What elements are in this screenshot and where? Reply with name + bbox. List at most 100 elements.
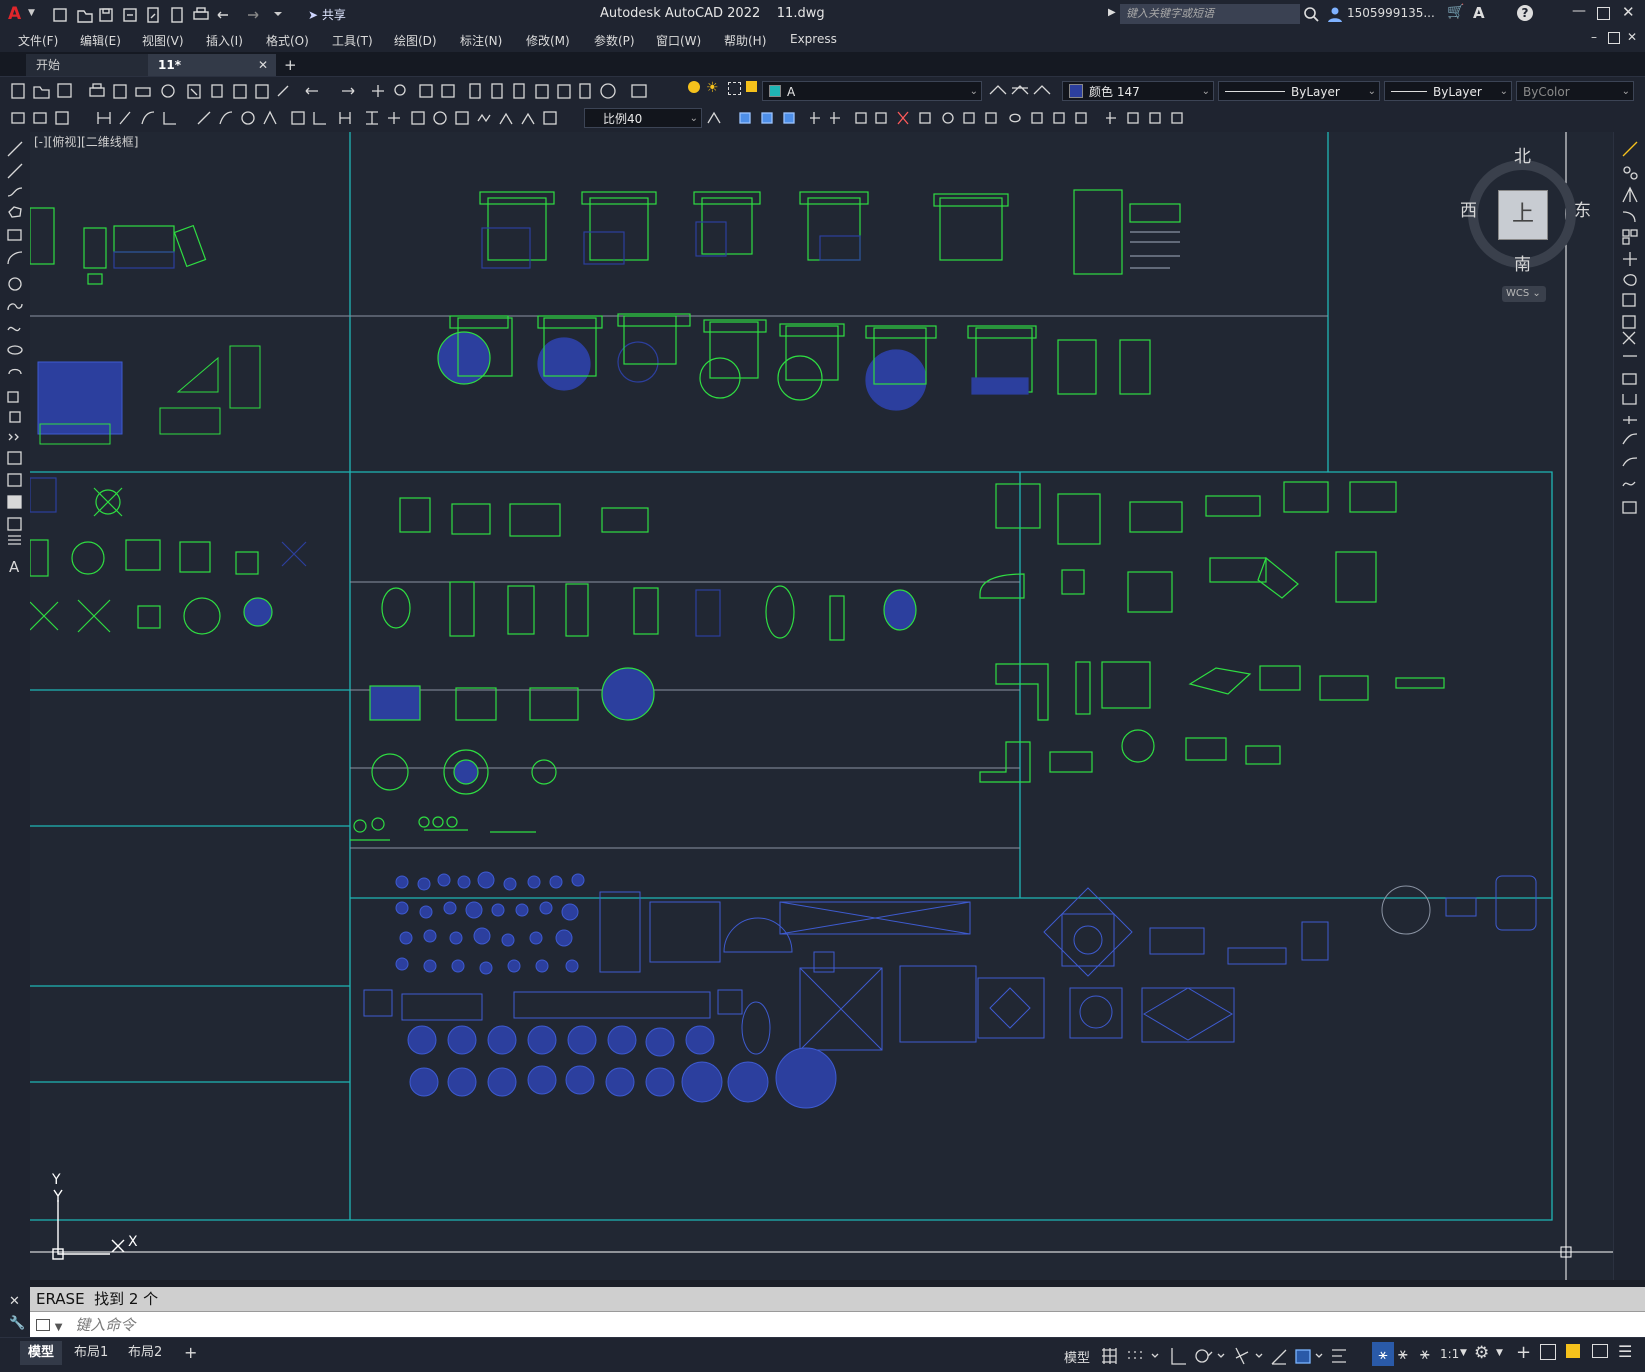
menu-edit[interactable]: 编辑(E) xyxy=(80,32,121,49)
isolate-objects-icon[interactable] xyxy=(1540,1344,1556,1360)
tab-start[interactable]: 开始 xyxy=(26,54,152,76)
ucs-y-label: Y xyxy=(52,1172,61,1188)
chevron-down-icon[interactable]: ▼ xyxy=(55,1322,63,1333)
dynamic-ucs-icon[interactable]: ⚹ xyxy=(1372,1342,1394,1366)
search-input[interactable]: 键入关键字或短语 xyxy=(1120,4,1300,24)
document-tabs: 开始 11* ✕ + xyxy=(0,52,1645,76)
customization-menu-icon[interactable]: ☰ xyxy=(1618,1342,1632,1361)
viewcube-top-face[interactable]: 上 xyxy=(1498,190,1548,240)
annotation-visibility-icon[interactable]: ⚹ xyxy=(1398,1344,1408,1364)
viewcube-south-label[interactable]: 南 xyxy=(1514,250,1531,275)
color-swatch xyxy=(1069,84,1083,98)
layer-on-icon[interactable] xyxy=(688,81,700,93)
office-furniture-block xyxy=(979,481,1445,783)
layer-tools-icons[interactable] xyxy=(988,82,1054,100)
quick-access-toolbar[interactable] xyxy=(52,6,312,24)
menu-file[interactable]: 文件(F) xyxy=(18,32,58,49)
add-scale-icon[interactable]: + xyxy=(1516,1342,1531,1363)
annotation-scale-dropdown[interactable]: 比例40 ⌄ xyxy=(584,108,702,128)
viewcube-north-label[interactable]: 北 xyxy=(1514,142,1531,167)
lineweight-line xyxy=(1391,91,1427,92)
cart-icon[interactable]: 🛒 xyxy=(1447,4,1464,20)
chevron-down-icon: ⌄ xyxy=(1621,86,1630,97)
plotstyle-dropdown[interactable]: ByColor ⌄ xyxy=(1516,81,1634,101)
layout-tab-2[interactable]: 布局2 xyxy=(120,1341,170,1365)
layer-dropdown[interactable]: A ⌄ xyxy=(762,81,982,101)
menu-insert[interactable]: 插入(I) xyxy=(206,32,243,49)
clean-screen-icon[interactable] xyxy=(1592,1344,1608,1358)
draw-toolbar-icons[interactable]: A xyxy=(6,140,26,580)
command-line-grip[interactable]: ✕ 🔧 xyxy=(0,1280,30,1337)
layer-viewport-icon[interactable] xyxy=(728,82,741,95)
doc-restore-icon[interactable] xyxy=(1608,32,1620,44)
draw-toolbar: A xyxy=(0,132,31,1280)
layout-tab-1[interactable]: 布局1 xyxy=(66,1341,116,1365)
svg-text:A: A xyxy=(9,558,20,576)
share-label: 共享 xyxy=(321,8,346,22)
table-set-middle xyxy=(350,497,917,841)
layer-sun-icon[interactable]: ☀ xyxy=(706,80,719,96)
viewcube-east-label[interactable]: 东 xyxy=(1574,196,1591,221)
annotation-auto-scale-icon[interactable]: ⚹ xyxy=(1420,1344,1430,1364)
command-input[interactable]: ▼ 键入命令 xyxy=(30,1311,1645,1338)
menu-help[interactable]: 帮助(H) xyxy=(724,32,766,49)
menu-tools[interactable]: 工具(T) xyxy=(332,32,373,49)
menu-dimension[interactable]: 标注(N) xyxy=(460,32,502,49)
hardware-acceleration-icon[interactable] xyxy=(1566,1344,1580,1358)
menu-modify[interactable]: 修改(M) xyxy=(526,32,570,49)
share-button[interactable]: ➤ 共享 xyxy=(308,6,346,23)
customize-wrench-icon[interactable]: 🔧 xyxy=(9,1316,25,1331)
help-icon[interactable]: ? xyxy=(1517,5,1533,21)
menu-express[interactable]: Express xyxy=(790,32,837,46)
search-arrow-icon[interactable]: ▶ xyxy=(1108,7,1116,18)
layer-lock-icon[interactable] xyxy=(746,81,757,92)
menu-bar: 文件(F) 编辑(E) 视图(V) 插入(I) 格式(O) 工具(T) 绘图(D… xyxy=(0,28,1645,52)
drawing-viewport[interactable]: [-][俯视][二维线框] X Y 上 北 南 西 东 WCS ⌄ xyxy=(30,132,1613,1280)
viewcube-west-label[interactable]: 西 xyxy=(1460,196,1477,221)
doc-minimize-icon[interactable]: – xyxy=(1591,30,1597,44)
dimension-toolbar-icons[interactable] xyxy=(10,109,580,127)
close-tab-icon[interactable]: ✕ xyxy=(258,54,268,76)
close-command-line-icon[interactable]: ✕ xyxy=(9,1294,20,1309)
chevron-down-icon[interactable]: ▼ xyxy=(1496,1348,1503,1358)
maximize-button[interactable] xyxy=(1597,7,1610,20)
modify-toolbar-side-icons[interactable] xyxy=(1621,140,1641,560)
autodesk-a360-icon[interactable]: A xyxy=(1473,4,1485,22)
new-layout-button[interactable]: + xyxy=(176,1341,205,1365)
user-name[interactable]: 1505999135... xyxy=(1347,6,1435,20)
doc-close-icon[interactable]: ✕ xyxy=(1627,30,1637,44)
user-icon[interactable] xyxy=(1327,6,1343,22)
command-history: ERASE 找到 2 个 xyxy=(30,1287,1645,1311)
lineweight-dropdown[interactable]: ByLayer ⌄ xyxy=(1384,81,1512,101)
workspace-gear-icon[interactable]: ⚙ xyxy=(1474,1343,1489,1363)
standard-toolbar-icons[interactable] xyxy=(10,82,680,100)
menu-parametric[interactable]: 参数(P) xyxy=(594,32,635,49)
minimize-button[interactable]: — xyxy=(1572,3,1586,19)
wcs-menu-button[interactable]: WCS ⌄ xyxy=(1502,286,1546,302)
color-dropdown[interactable]: 颜色 147 ⌄ xyxy=(1062,81,1214,101)
menu-window[interactable]: 窗口(W) xyxy=(656,32,701,49)
close-window-button[interactable]: ✕ xyxy=(1622,3,1635,21)
menu-draw[interactable]: 绘图(D) xyxy=(394,32,437,49)
modify-toolbar-icons[interactable] xyxy=(706,109,1216,127)
chevron-down-icon: ⌄ xyxy=(969,86,978,97)
chevron-down-icon[interactable]: ▼ xyxy=(1460,1348,1467,1358)
search-icon[interactable] xyxy=(1303,6,1319,22)
layout-tab-model[interactable]: 模型 xyxy=(20,1341,63,1365)
ceiling-pattern-block xyxy=(363,871,1537,1109)
menu-format[interactable]: 格式(O) xyxy=(266,32,309,49)
new-tab-button[interactable]: + xyxy=(278,54,304,76)
autocad-logo-icon[interactable]: A xyxy=(8,4,26,24)
tab-11[interactable]: 11* ✕ xyxy=(148,54,276,76)
cad-drawing xyxy=(30,132,1613,1280)
annotation-scale-status[interactable]: 1:1 xyxy=(1440,1347,1459,1361)
model-space-button[interactable]: 模型 xyxy=(1064,1347,1090,1366)
chevron-down-icon: ⌄ xyxy=(1367,86,1376,97)
menu-view[interactable]: 视图(V) xyxy=(142,32,184,49)
drafting-toggles[interactable] xyxy=(1100,1346,1370,1366)
layer-name: A xyxy=(787,85,796,99)
app-menu-arrow-icon[interactable]: ▼ xyxy=(28,8,35,18)
command-prompt-icon[interactable] xyxy=(36,1319,50,1331)
linetype-dropdown[interactable]: ByLayer ⌄ xyxy=(1218,81,1380,101)
table-set-left xyxy=(30,477,307,635)
